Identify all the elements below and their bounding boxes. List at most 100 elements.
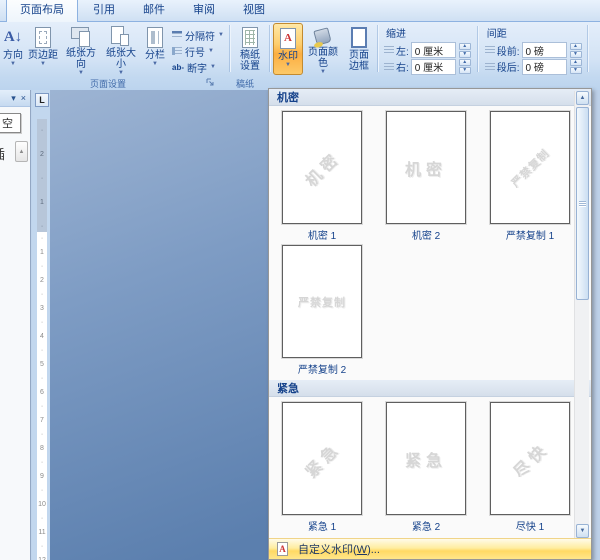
task-pane-clear-button[interactable]: 空 (0, 113, 21, 133)
chevron-down-icon: ▼ (285, 62, 291, 68)
group-paragraph: 缩进 左: 0 厘米 ▲▼ 右: 0 厘米 ▲▼ (380, 22, 586, 75)
watermark-button[interactable]: A 水印 ▼ (273, 23, 303, 75)
ribbon: A↓ 方向 ▼ 页边距 ▼ 纸张方向 ▼ 纸张大小 ▼ (0, 22, 600, 90)
watermark-option-jimi1[interactable]: 机密 机密 1 (281, 111, 363, 240)
paper-orientation-button[interactable]: 纸张方向 ▼ (61, 23, 101, 75)
watermark-thumbnail: 严禁复制 (282, 245, 362, 358)
watermark-option-jinji2[interactable]: 紧急 紧急 2 (385, 402, 467, 531)
scroll-up-icon[interactable]: ▲ (576, 91, 589, 105)
spacing-before-input[interactable]: 0 磅 (522, 42, 567, 58)
indent-right-stepper[interactable]: ▲▼ (459, 59, 471, 74)
task-pane: ▾ × 空 插 ▲ (0, 90, 31, 560)
watermark-thumbnail: 紧急 (282, 402, 362, 515)
paper-size-icon (120, 34, 129, 46)
hyphenation-button[interactable]: ab- 断字 ▼ (169, 59, 227, 75)
paper-orientation-icon (79, 31, 90, 47)
tab-view[interactable]: 视图 (230, 0, 278, 21)
document-page[interactable] (50, 90, 268, 560)
watermark-option-yanjinfuzhi2[interactable]: 严禁复制 严禁复制 2 (281, 245, 363, 374)
ruler-page-area: · 1 · 2 · 3 · 4 · 5 · 6 · 7 · 8 · 9 · 10… (37, 232, 47, 560)
group-separator (587, 25, 589, 72)
watermark-option-jinji1[interactable]: 紧急 紧急 1 (281, 402, 363, 531)
chevron-down-icon: ▼ (210, 64, 216, 70)
watermark-thumbnail: 严禁复制 (490, 111, 570, 224)
group-genko: 稿纸设置 (232, 22, 268, 75)
genko-group-label: 稿纸 (236, 77, 254, 90)
columns-button[interactable]: 分栏 ▼ (141, 23, 169, 75)
task-pane-partial-text: 插 (0, 144, 7, 163)
custom-watermark-menu-item[interactable]: A 自定义水印(W)... (269, 538, 591, 559)
indent-right-icon (384, 63, 394, 71)
columns-icon (147, 27, 163, 48)
page-setup-group-label: 页面设置 (90, 77, 126, 90)
custom-watermark-label: 自定义水印(W)... (298, 541, 380, 557)
spacing-after-label: 段后: (497, 59, 520, 74)
spacing-after-input[interactable]: 0 磅 (522, 59, 567, 75)
indent-left-icon (384, 46, 394, 54)
window-right-edge (592, 90, 600, 560)
ruler-scale: · 2 · 1 · · 1 · 2 · 3 · 4 · 5 · 6 · 7 · … (37, 112, 47, 560)
line-numbers-icon (172, 47, 182, 55)
text-direction-button[interactable]: A↓ 方向 ▼ (1, 23, 25, 75)
scrollbar-thumb[interactable] (576, 107, 589, 300)
tab-mailings[interactable]: 邮件 (130, 0, 178, 21)
close-icon[interactable]: × (21, 93, 26, 103)
margins-button[interactable]: 页边距 ▼ (25, 23, 61, 75)
chevron-down-icon: ▼ (40, 61, 46, 67)
dialog-launcher-icon[interactable] (206, 78, 215, 87)
scroll-down-icon[interactable]: ▼ (576, 524, 589, 538)
spacing-after-icon (485, 63, 495, 71)
paint-bucket-icon (314, 27, 332, 45)
tab-references[interactable]: 引用 (80, 0, 128, 21)
indent-right-input[interactable]: 0 厘米 (411, 59, 456, 75)
chevron-down-icon: ▼ (152, 61, 158, 67)
chevron-down-icon: ▼ (208, 48, 214, 54)
group-separator (477, 26, 479, 72)
genko-settings-button[interactable]: 稿纸设置 (233, 23, 267, 75)
group-separator (377, 25, 379, 72)
margins-icon (35, 27, 51, 48)
group-separator (229, 25, 231, 72)
vertical-ruler: L · 2 · 1 · · 1 · 2 · 3 · 4 · 5 · 6 · 7 … (32, 90, 50, 560)
spacing-after-stepper[interactable]: ▲▼ (570, 59, 582, 74)
tab-page-layout[interactable]: 页面布局 (6, 0, 78, 22)
ruler-margin-area: · 2 · 1 · (37, 119, 47, 239)
chevron-down-icon: ▼ (10, 61, 16, 67)
text-direction-icon: A↓ (4, 32, 22, 43)
gallery-section-header-confidential: 机密 (269, 89, 591, 106)
indent-left-label: 左: (396, 43, 409, 58)
tab-review[interactable]: 审阅 (180, 0, 228, 21)
paper-size-button[interactable]: 纸张大小 ▼ (101, 23, 141, 75)
spacing-before-stepper[interactable]: ▲▼ (570, 43, 582, 58)
watermark-option-jimi2[interactable]: 机密 机密 2 (385, 111, 467, 240)
group-separator (269, 25, 271, 72)
chevron-down-icon: ▼ (218, 32, 224, 38)
page-border-icon (351, 27, 367, 48)
watermark-thumbnail: 紧急 (386, 402, 466, 515)
group-page-setup: A↓ 方向 ▼ 页边距 ▼ 纸张方向 ▼ 纸张大小 ▼ (0, 22, 228, 75)
word-window: 页面布局 引用 邮件 审阅 视图 A↓ 方向 ▼ 页边距 ▼ (0, 0, 600, 560)
watermark-icon: A (280, 28, 296, 49)
watermark-option-yanjinfuzhi1[interactable]: 严禁复制 严禁复制 1 (489, 111, 571, 240)
gallery-scrollbar[interactable]: ▲ ▼ (574, 91, 589, 538)
page-color-button[interactable]: 页面颜色 ▼ (303, 23, 343, 75)
indent-left-stepper[interactable]: ▲▼ (459, 43, 471, 58)
breaks-button[interactable]: 分隔符 ▼ (169, 27, 227, 43)
watermark-thumbnail: 尽快 (490, 402, 570, 515)
gallery-section-header-urgent: 紧急 (269, 380, 591, 397)
spacing-before-icon (485, 46, 495, 54)
indent-left-input[interactable]: 0 厘米 (411, 42, 456, 58)
page-borders-button[interactable]: 页面边框 (343, 23, 375, 75)
task-pane-menu-icon[interactable]: ▾ (11, 93, 16, 104)
breaks-icon (172, 31, 182, 39)
genko-grid-icon (242, 27, 258, 48)
spacing-before-label: 段前: (497, 43, 520, 58)
hyphenation-icon: ab- (172, 63, 184, 72)
line-numbers-button[interactable]: 行号 ▼ (169, 43, 227, 59)
spacing-label: 间距 (485, 24, 582, 42)
tab-stop-selector[interactable]: L (35, 93, 49, 107)
watermark-option-jinkuai1[interactable]: 尽快 尽快 1 (489, 402, 571, 531)
custom-watermark-icon: A (277, 542, 288, 556)
task-pane-header: ▾ × (0, 90, 30, 107)
scroll-up-icon[interactable]: ▲ (15, 141, 28, 162)
